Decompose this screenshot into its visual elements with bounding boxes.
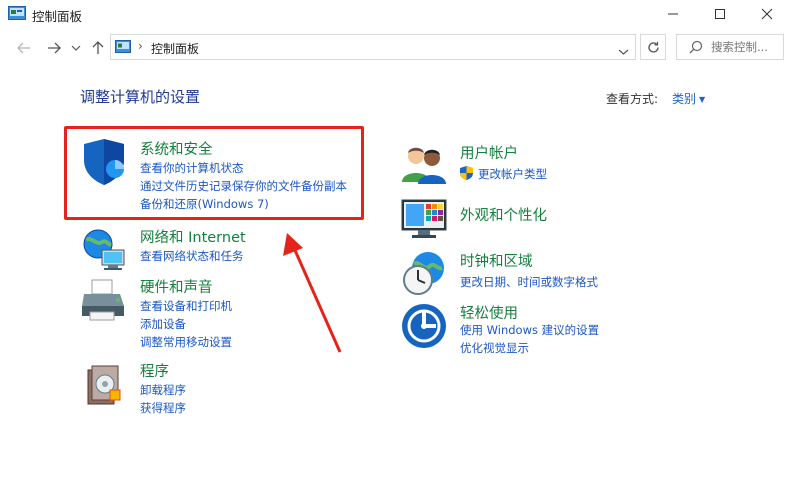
maximize-icon — [715, 9, 725, 19]
link-network-status[interactable]: 查看网络状态和任务 — [140, 248, 244, 264]
address-input[interactable]: › 控制面板 — [110, 34, 636, 60]
link-optimize-visual-display[interactable]: 优化视觉显示 — [460, 340, 529, 356]
maximize-button[interactable] — [697, 0, 743, 28]
view-by-label: 查看方式: — [606, 92, 659, 106]
arrow-up-icon — [92, 41, 104, 54]
breadcrumb-control-panel[interactable]: 控制面板 — [151, 40, 199, 57]
search-input[interactable] — [711, 38, 781, 56]
control-panel-icon — [8, 6, 26, 20]
title-bar: 控制面板 — [0, 0, 790, 30]
appearance-monitor-icon[interactable] — [400, 194, 448, 242]
ease-of-access-icon[interactable] — [400, 302, 448, 350]
up-button[interactable] — [88, 38, 108, 58]
address-bar-row: › 控制面板 — [0, 30, 790, 64]
chevron-down-icon — [71, 45, 81, 51]
user-accounts-title-link[interactable]: 用户帐户 — [460, 142, 518, 163]
appearance-title-link[interactable]: 外观和个性化 — [460, 204, 547, 225]
address-dropdown-button[interactable] — [618, 41, 629, 60]
close-icon — [761, 8, 773, 20]
ease-of-access-title-link[interactable]: 轻松使用 — [460, 302, 518, 323]
clock-globe-icon[interactable] — [400, 250, 448, 298]
network-globe-icon[interactable] — [80, 226, 128, 274]
link-change-date-time-format[interactable]: 更改日期、时间或数字格式 — [460, 274, 598, 290]
hardware-sound-title-link[interactable]: 硬件和声音 — [140, 276, 213, 297]
link-change-account-type[interactable]: 更改帐户类型 — [478, 166, 547, 182]
annotation-highlight-box — [64, 126, 364, 220]
back-button[interactable] — [14, 38, 34, 58]
caret-down-icon: ▼ — [699, 95, 706, 104]
link-mobility-settings[interactable]: 调整常用移动设置 — [140, 334, 232, 350]
link-add-device[interactable]: 添加设备 — [140, 316, 186, 332]
refresh-icon — [647, 41, 659, 53]
link-devices-printers[interactable]: 查看设备和打印机 — [140, 298, 232, 314]
printer-icon[interactable] — [80, 276, 128, 324]
view-by-value: 类别 — [672, 92, 697, 106]
close-button[interactable] — [744, 0, 790, 28]
window-title: 控制面板 — [32, 9, 83, 24]
link-windows-suggested-settings[interactable]: 使用 Windows 建议的设置 — [460, 322, 599, 338]
breadcrumb-separator-icon[interactable]: › — [138, 39, 143, 53]
minimize-icon — [668, 13, 678, 15]
user-accounts-icon[interactable] — [400, 142, 448, 190]
arrow-left-icon — [17, 42, 30, 54]
page-title: 调整计算机的设置 — [80, 88, 201, 106]
recent-locations-button[interactable] — [66, 38, 86, 58]
uac-shield-icon — [460, 166, 473, 180]
search-icon — [689, 40, 703, 54]
clock-region-title-link[interactable]: 时钟和区域 — [460, 250, 533, 271]
forward-button[interactable] — [44, 38, 64, 58]
link-get-programs[interactable]: 获得程序 — [140, 400, 186, 416]
chevron-down-icon — [618, 49, 629, 55]
link-uninstall-program[interactable]: 卸载程序 — [140, 382, 186, 398]
network-title-link[interactable]: 网络和 Internet — [140, 226, 246, 247]
arrow-right-icon — [48, 42, 61, 54]
minimize-button[interactable] — [650, 0, 696, 28]
control-panel-icon — [115, 40, 131, 53]
programs-title-link[interactable]: 程序 — [140, 360, 169, 381]
view-by-dropdown[interactable]: 类别 ▼ — [672, 90, 705, 107]
search-box[interactable] — [676, 34, 784, 60]
refresh-button[interactable] — [640, 34, 666, 60]
programs-icon[interactable] — [80, 360, 128, 408]
